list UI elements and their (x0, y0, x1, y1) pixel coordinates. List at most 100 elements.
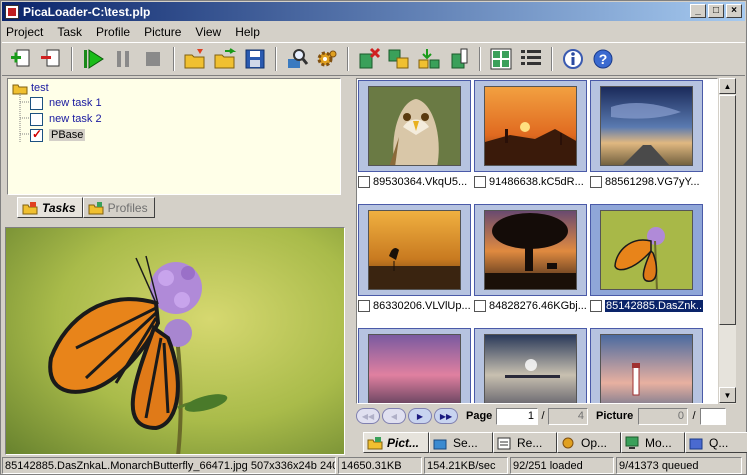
scroll-down-button[interactable]: ▼ (719, 387, 736, 403)
search-site-icon[interactable] (284, 46, 310, 72)
status-bar: 85142885.DasZnkaL.MonarchButterfly_66471… (2, 457, 745, 474)
thumbnail-cell[interactable]: 89530364.VkqU5... (358, 80, 471, 190)
thumbnail-image-lighthouse (600, 334, 693, 403)
stop-icon[interactable] (140, 46, 166, 72)
thumbnail-image-heron (368, 210, 461, 290)
task1-checkbox[interactable] (30, 96, 43, 110)
thumbnail-image-tree-sunset (484, 210, 577, 290)
options-tab-icon (562, 437, 574, 448)
page-navigator: ◀◀ ◀ ▶ ▶▶ Page 1 / 4 Picture 0 / (356, 405, 736, 427)
page-total: 4 (548, 407, 588, 425)
delete-picture-icon[interactable] (356, 46, 382, 72)
thumbnail-cell[interactable]: 84828276.46KGbj... (474, 204, 587, 314)
panel-splitter[interactable] (347, 78, 353, 455)
menu-profile[interactable]: Profile (96, 25, 130, 39)
butterfly-preview-image (6, 228, 344, 454)
next-page-button[interactable]: ▶ (408, 408, 432, 424)
picture-action-3-icon[interactable] (446, 46, 472, 72)
scroll-thumb[interactable] (719, 95, 736, 325)
status-speed: 154.21KB/sec (424, 457, 508, 474)
page-input[interactable]: 1 (496, 407, 538, 425)
pbase-checkbox[interactable] (30, 127, 43, 142)
pause-icon[interactable] (110, 46, 136, 72)
remove-task-icon[interactable] (38, 46, 64, 72)
status-filename: 85142885.DasZnkaL.MonarchButterfly_66471… (2, 457, 336, 474)
thumbnail-checkbox[interactable] (358, 300, 370, 312)
picture-action-1-icon[interactable] (386, 46, 412, 72)
thumbnail-cell-selected[interactable]: 85142885.DasZnk... (590, 204, 703, 314)
thumbnail-grid: 89530364.VkqU5... 91486638.kC5dR... 8856… (356, 78, 718, 404)
thumbnail-checkbox[interactable] (474, 176, 486, 188)
tab-search[interactable]: Se... (429, 432, 493, 453)
queue-tab-icon (689, 438, 703, 449)
picture-action-2-icon[interactable] (416, 46, 442, 72)
thumbnail-cell[interactable] (590, 328, 703, 403)
tab-results[interactable]: Re... (493, 432, 557, 453)
menu-picture[interactable]: Picture (144, 25, 181, 39)
thumbnail-scrollbar[interactable]: ▲ ▼ (719, 78, 736, 404)
task2-checkbox[interactable] (30, 112, 43, 126)
thumbnail-image-pink-sky (368, 334, 461, 403)
picture-input[interactable]: 0 (638, 407, 688, 425)
tab-profiles[interactable]: Profiles (82, 197, 155, 218)
thumbnail-image-butterfly (600, 210, 693, 290)
tree-item-pbase[interactable]: PBase (30, 127, 86, 143)
picture-total (700, 407, 726, 425)
first-page-button[interactable]: ◀◀ (356, 408, 380, 424)
tab-tasks[interactable]: Tasks (17, 197, 83, 218)
maximize-button[interactable]: □ (708, 4, 724, 18)
picture-separator: / (692, 410, 696, 422)
tree-item-task2[interactable]: new task 2 (30, 111, 102, 127)
thumbnail-checkbox[interactable] (590, 300, 602, 312)
thumbnail-checkbox[interactable] (358, 176, 370, 188)
search-tab-icon (433, 439, 447, 449)
thumbnail-cell[interactable]: 86330206.VLVlUp... (358, 204, 471, 314)
save-icon[interactable] (242, 46, 268, 72)
tab-pictures[interactable]: Pict... (363, 432, 429, 453)
toolbar: ? (2, 42, 745, 76)
settings-gear-icon[interactable] (314, 46, 340, 72)
help-icon[interactable]: ? (590, 46, 616, 72)
list-view-icon[interactable] (518, 46, 544, 72)
start-icon[interactable] (80, 46, 106, 72)
results-tab-icon (497, 437, 511, 449)
menu-project[interactable]: Project (6, 25, 43, 39)
menu-help[interactable]: Help (235, 25, 260, 39)
thumbnail-cell[interactable] (358, 328, 471, 403)
thumbnail-image-pier (484, 334, 577, 403)
close-button[interactable]: × (726, 4, 742, 18)
tree-item-task1[interactable]: new task 1 (30, 95, 102, 111)
thumbnail-cell[interactable]: 88561298.VG7yY... (590, 80, 703, 190)
app-icon (5, 4, 19, 19)
picture-label: Picture (596, 410, 634, 422)
thumbnail-image-storm-road (600, 86, 693, 166)
menu-bar: Project Task Profile Picture View Help (2, 22, 745, 41)
svg-text:?: ? (599, 51, 608, 67)
tab-monitor[interactable]: Mo... (621, 432, 685, 453)
tab-options[interactable]: Op... (557, 432, 621, 453)
thumbnail-cell[interactable] (474, 328, 587, 403)
window-title: PicaLoader-C:\test.plp (23, 4, 151, 19)
page-label: Page (466, 410, 493, 422)
info-icon[interactable] (560, 46, 586, 72)
pictures-tab-icon (367, 436, 383, 449)
last-page-button[interactable]: ▶▶ (434, 408, 458, 424)
open-folder-icon[interactable] (182, 46, 208, 72)
menu-view[interactable]: View (195, 25, 221, 39)
task-tree: test new task 1 new task 2 PBase (7, 78, 341, 195)
thumbnail-checkbox[interactable] (474, 300, 486, 312)
scroll-up-button[interactable]: ▲ (719, 78, 736, 94)
thumbnail-image-hawk (368, 86, 461, 166)
minimize-button[interactable]: _ (690, 4, 706, 18)
menu-task[interactable]: Task (57, 25, 82, 39)
thumbnail-checkbox[interactable] (590, 176, 602, 188)
monitor-tab-icon (625, 436, 639, 449)
title-bar[interactable]: PicaLoader-C:\test.plp _ □ × (2, 2, 745, 21)
status-total-size: 14650.31KB (338, 457, 422, 474)
export-folder-icon[interactable] (212, 46, 238, 72)
thumbnail-cell[interactable]: 91486638.kC5dR... (474, 80, 587, 190)
tab-queue[interactable]: Q... (685, 432, 747, 453)
prev-page-button[interactable]: ◀ (382, 408, 406, 424)
new-task-icon[interactable] (8, 46, 34, 72)
thumbnail-view-icon[interactable] (488, 46, 514, 72)
